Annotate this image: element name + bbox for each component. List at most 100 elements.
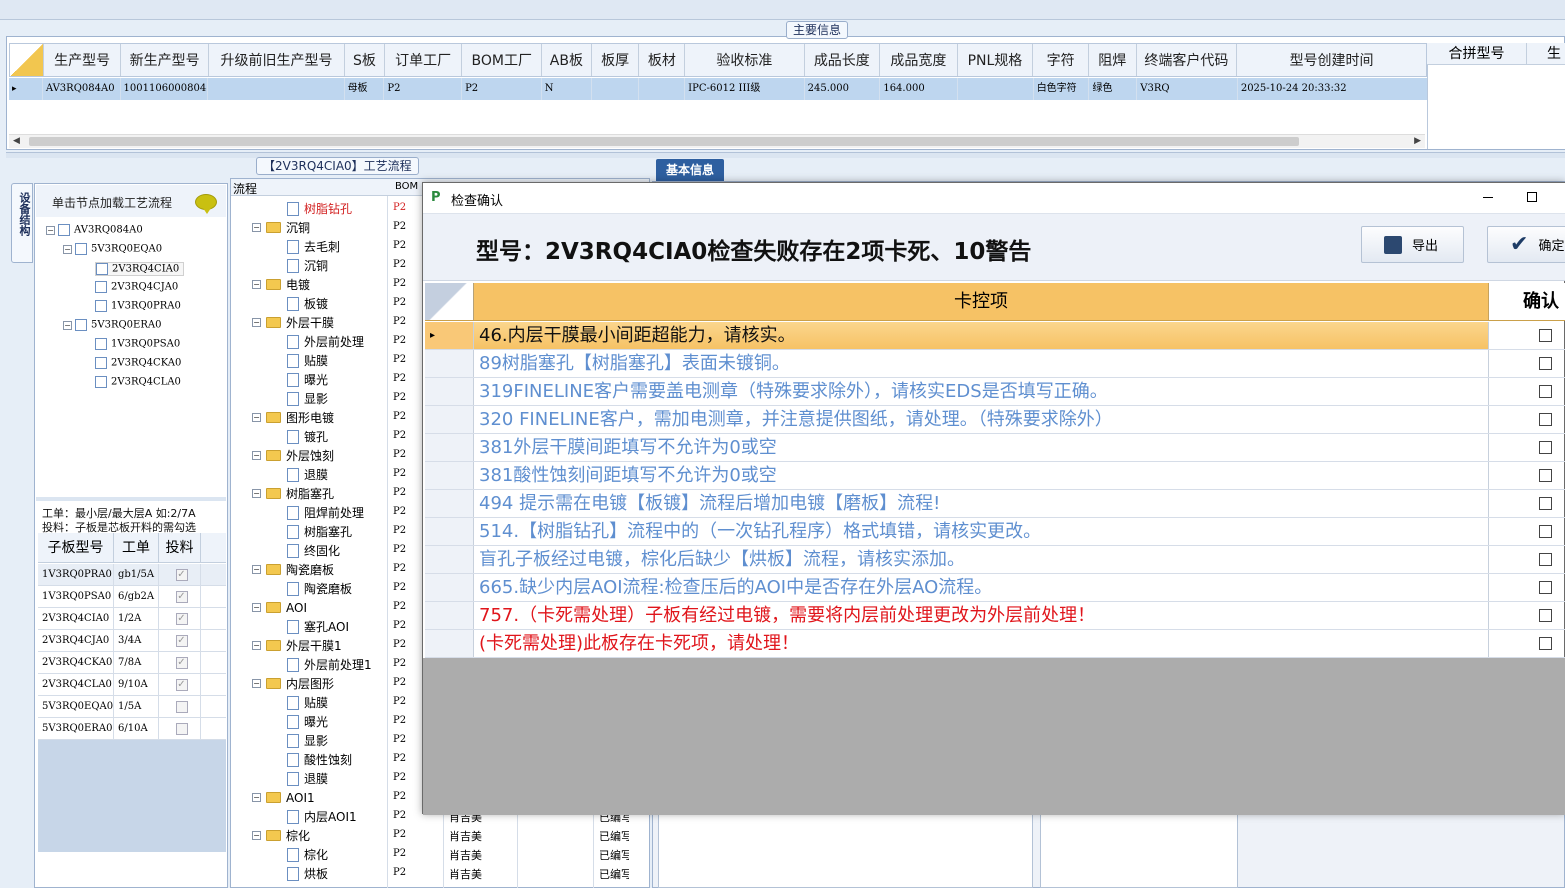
scroll-thumb[interactable] xyxy=(29,137,1299,146)
main-grid-row[interactable]: ▸ AV3RQ084A0 10011060008048 母板 P2 P2 N I… xyxy=(9,78,1427,100)
splitter[interactable] xyxy=(6,152,1565,158)
scroll-right-arrow[interactable]: ▶ xyxy=(1414,136,1421,146)
feed-checkbox[interactable] xyxy=(175,700,188,713)
collapse-icon[interactable]: − xyxy=(63,320,72,330)
feed-checkbox[interactable]: ✓ xyxy=(175,568,188,581)
check-item-row[interactable]: 494 提示需在电镀【板镀】流程后增加电镀【磨板】流程! xyxy=(425,490,1565,518)
check-item-row[interactable]: 89树脂塞孔【树脂塞孔】表面未镀铜。 xyxy=(425,350,1565,378)
export-button[interactable]: 导出 xyxy=(1361,226,1464,263)
confirm-checkbox[interactable] xyxy=(1539,469,1552,482)
feed-checkbox[interactable]: ✓ xyxy=(175,634,188,647)
tree-node[interactable]: − 5V3RQ0EQA0 xyxy=(63,243,162,255)
feed-checkbox[interactable] xyxy=(175,722,188,735)
collapse-icon[interactable]: − xyxy=(252,679,261,688)
tree-node[interactable]: 2V3RQ4CKA0 xyxy=(95,357,181,369)
check-item-row[interactable]: 757.（卡死需处理）子板有经过电镀，需要将内层前处理更改为外层前处理！ xyxy=(425,602,1565,630)
check-item-row[interactable]: 381酸性蚀刻间距填写不允许为0或空 xyxy=(425,462,1565,490)
sub-grid-row[interactable]: 2V3RQ4CJA0 3/4A ✓ xyxy=(38,630,226,652)
tree-node[interactable]: − AV3RQ084A0 xyxy=(46,224,143,236)
collapse-icon[interactable]: − xyxy=(252,831,261,840)
collapse-icon[interactable]: − xyxy=(63,244,72,254)
col-header[interactable]: S板 xyxy=(345,44,385,76)
sub-grid-row[interactable]: 2V3RQ4CIA0 1/2A ✓ xyxy=(38,608,226,630)
check-item-row[interactable]: (卡死需处理)此板存在卡死项，请处理！ xyxy=(425,630,1565,658)
sub-grid-row[interactable]: 1V3RQ0PRA0 gb1/5A ✓ xyxy=(38,564,226,586)
col-header[interactable]: 字符 xyxy=(1033,44,1089,76)
flow-col-header[interactable]: BOM xyxy=(395,181,418,192)
tree-node[interactable]: 2V3RQ4CJA0 xyxy=(95,281,178,293)
confirm-button[interactable]: ✔ 确定 xyxy=(1487,226,1565,263)
col-header-confirm[interactable]: 确认 xyxy=(1489,283,1565,320)
collapse-icon[interactable]: − xyxy=(252,280,261,289)
collapse-icon[interactable]: − xyxy=(252,793,261,802)
confirm-checkbox[interactable] xyxy=(1539,609,1552,622)
check-item-row[interactable]: ▸ 46.内层干膜最小间距超能力，请核实。 xyxy=(425,322,1565,350)
feed-checkbox[interactable]: ✓ xyxy=(175,590,188,603)
sub-grid-row[interactable]: 5V3RQ0EQA0 1/5A xyxy=(38,696,226,718)
check-item-row[interactable]: 514.【树脂钻孔】流程中的（一次钻孔程序）格式填错，请核实更改。 xyxy=(425,518,1565,546)
col-header[interactable]: 生产型号 xyxy=(44,44,122,76)
sub-grid-row[interactable]: 2V3RQ4CKA0 7/8A ✓ xyxy=(38,652,226,674)
dialog-titlebar[interactable]: P 检查确认 xyxy=(423,183,1565,213)
col-header[interactable]: 板厚 xyxy=(592,44,640,76)
col-header-item[interactable]: 卡控项 xyxy=(474,283,1489,320)
col-header[interactable]: 子板型号 xyxy=(38,533,114,562)
col-header[interactable]: 生 xyxy=(1527,43,1561,64)
collapse-icon[interactable]: − xyxy=(252,413,261,422)
confirm-checkbox[interactable] xyxy=(1539,357,1552,370)
check-item-row[interactable]: 381外层干膜间距填写不允许为0或空 xyxy=(425,434,1565,462)
col-header[interactable]: 新生产型号 xyxy=(121,44,209,76)
side-tab[interactable]: 设备结构 xyxy=(11,183,33,263)
collapse-icon[interactable]: − xyxy=(252,451,261,460)
sub-grid-row[interactable]: 5V3RQ0ERA0 6/10A xyxy=(38,718,226,740)
collapse-icon[interactable]: − xyxy=(252,489,261,498)
confirm-checkbox[interactable] xyxy=(1539,329,1552,342)
col-header[interactable]: BOM工厂 xyxy=(462,44,542,76)
collapse-icon[interactable]: − xyxy=(252,641,261,650)
tree-node[interactable]: − 5V3RQ0ERA0 xyxy=(63,319,161,331)
feed-checkbox[interactable]: ✓ xyxy=(175,678,188,691)
confirm-checkbox[interactable] xyxy=(1539,581,1552,594)
minimize-icon[interactable] xyxy=(1483,197,1493,198)
flow-row[interactable]: 烘板 xyxy=(232,864,462,883)
flow-col-header[interactable]: 流程 xyxy=(233,180,257,197)
flow-row[interactable]: 棕化 xyxy=(232,845,462,864)
collapse-icon[interactable]: − xyxy=(46,225,55,235)
collapse-icon[interactable]: − xyxy=(252,565,261,574)
confirm-checkbox[interactable] xyxy=(1539,525,1552,538)
col-header[interactable]: 型号创建时间 xyxy=(1237,44,1426,76)
feed-checkbox[interactable]: ✓ xyxy=(175,656,188,669)
col-header[interactable]: PNL规格 xyxy=(958,44,1034,76)
confirm-checkbox[interactable] xyxy=(1539,497,1552,510)
confirm-checkbox[interactable] xyxy=(1539,553,1552,566)
confirm-checkbox[interactable] xyxy=(1539,637,1552,650)
sub-grid-row[interactable]: 2V3RQ4CLA0 9/10A ✓ xyxy=(38,674,226,696)
col-header[interactable]: 工单 xyxy=(114,533,159,562)
basic-info-tab[interactable]: 基本信息 xyxy=(656,159,724,181)
confirm-checkbox[interactable] xyxy=(1539,385,1552,398)
check-item-row[interactable]: 319FINELINE客户需要盖电测章（特殊要求除外），请核实EDS是否填写正确… xyxy=(425,378,1565,406)
collapse-icon[interactable]: − xyxy=(252,318,261,327)
col-header[interactable]: 板材 xyxy=(639,44,686,76)
collapse-icon[interactable]: − xyxy=(252,603,261,612)
tree-node[interactable]: 1V3RQ0PSA0 xyxy=(95,338,180,350)
col-header[interactable]: 成品宽度 xyxy=(880,44,958,76)
col-header[interactable]: 订单工厂 xyxy=(385,44,463,76)
check-item-row[interactable]: 320 FINELINE客户，需加电测章，并注意提供图纸，请处理。（特殊要求除外… xyxy=(425,406,1565,434)
horizontal-scrollbar[interactable]: ◀ ▶ xyxy=(9,134,1425,148)
col-header[interactable]: 升级前旧生产型号 xyxy=(209,44,346,76)
tree-node-selected[interactable]: 2V3RQ4CIA0 xyxy=(95,262,185,276)
tree-node[interactable]: 1V3RQ0PRA0 xyxy=(95,300,181,312)
collapse-icon[interactable]: − xyxy=(252,223,261,232)
sub-grid-row[interactable]: 1V3RQ0PSA0 6/gb2A ✓ xyxy=(38,586,226,608)
col-header[interactable]: 投料 xyxy=(159,533,201,562)
flow-row[interactable]: − 棕化 xyxy=(232,826,462,845)
col-header[interactable]: 验收标准 xyxy=(685,44,805,76)
check-item-row[interactable]: 盲孔子板经过电镀，棕化后缺少【烘板】流程，请核实添加。 xyxy=(425,546,1565,574)
col-header[interactable]: 成品长度 xyxy=(805,44,881,76)
col-header[interactable]: AB板 xyxy=(542,44,592,76)
confirm-checkbox[interactable] xyxy=(1539,413,1552,426)
maximize-icon[interactable] xyxy=(1527,192,1537,202)
tree-node[interactable]: 2V3RQ4CLA0 xyxy=(95,376,181,388)
check-item-row[interactable]: 665.缺少内层AOI流程:检查压后的AOI中是否存在外层AO流程。 xyxy=(425,574,1565,602)
